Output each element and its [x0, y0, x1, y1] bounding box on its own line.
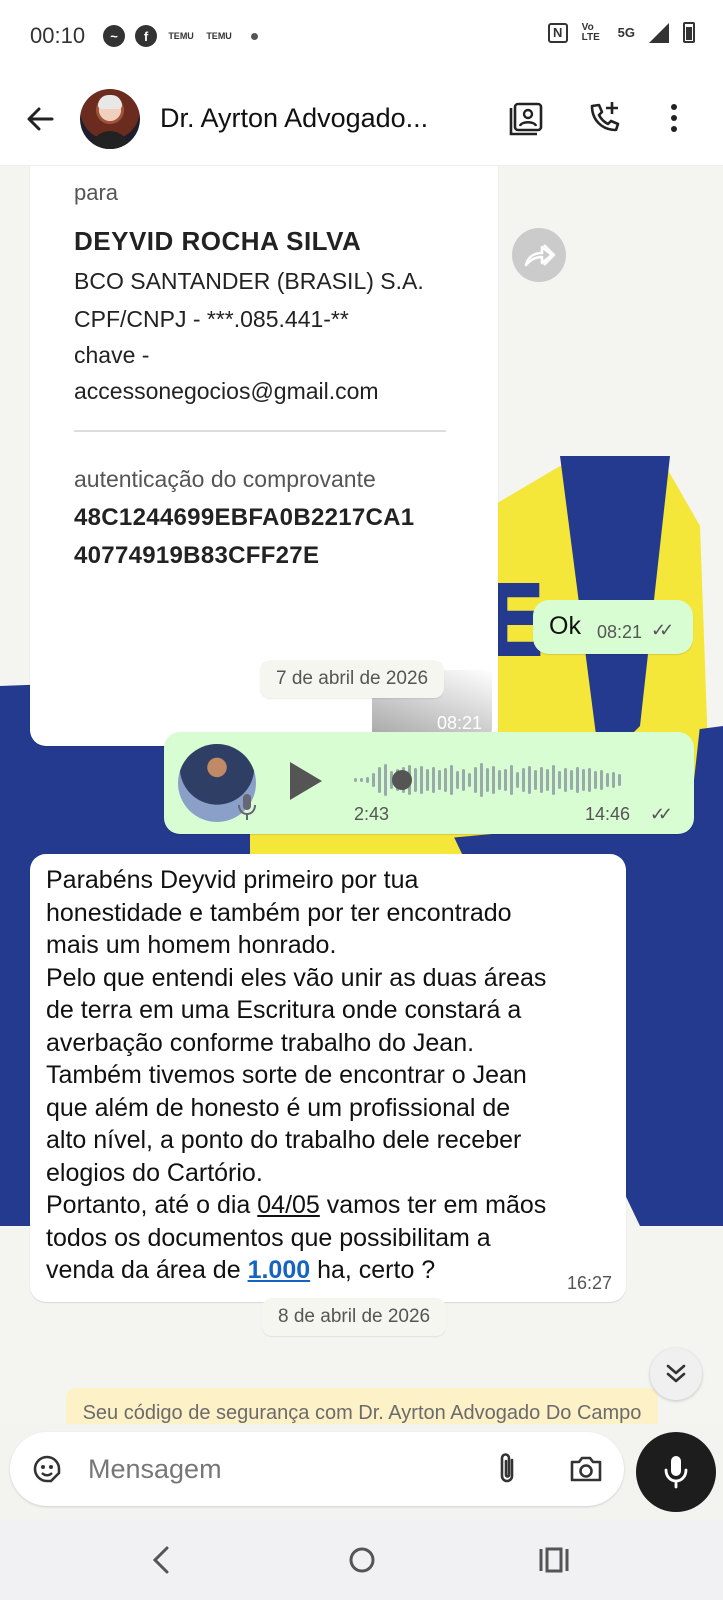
message-line: venda da área de 1.000 ha, certo ? [46, 1256, 436, 1284]
chat-header: Dr. Ayrton Advogado... [0, 72, 723, 166]
nav-recents-icon[interactable] [534, 1540, 574, 1580]
message-composer: Mensagem [0, 1424, 723, 1520]
message-line: mais um homem honrado. [46, 931, 337, 959]
message-line: Parabéns Deyvid primeiro por tua [46, 866, 419, 894]
nav-home-icon[interactable] [342, 1540, 382, 1580]
more-vertical-icon[interactable] [654, 98, 694, 138]
receipt-to-label: para [74, 180, 119, 205]
microphone-icon [238, 794, 256, 820]
receipt-auth-line2: 40774919B83CFF27E [74, 542, 320, 569]
receipt-divider [74, 430, 446, 432]
audio-waveform[interactable] [354, 760, 654, 800]
date-separator: 8 de abril de 2026 [262, 1298, 447, 1336]
forward-button[interactable] [512, 228, 566, 282]
message-line: Também tivemos sorte de encontrar o Jean [46, 1061, 527, 1089]
message-line: elogios do Cartório. [46, 1158, 263, 1187]
message-text: Ok [549, 612, 581, 640]
input-placeholder: Mensagem [88, 1454, 222, 1484]
arrow-left-icon[interactable] [24, 103, 56, 135]
receipt-bank: BCO SANTANDER (BRASIL) S.A. [74, 268, 424, 294]
facebook-icon: f [135, 25, 158, 47]
status-right-icons: N Vo LTE 5G [547, 21, 695, 43]
sticker-icon[interactable] [30, 1452, 64, 1486]
avatar[interactable] [80, 88, 140, 149]
receipt-cpf: CPF/CNPJ - ***.085.441-** [74, 306, 349, 332]
temu-icon: TEMU [206, 30, 232, 41]
message-text: Parabéns Deyvid primeiro por tua honesti… [46, 864, 616, 1287]
date-link[interactable]: 04/05 [257, 1191, 320, 1219]
receipt-key-value: accessonegocios@gmail.com [74, 378, 379, 404]
message-line: de terra em uma Escritura onde constará … [46, 996, 522, 1024]
forward-icon [524, 244, 556, 267]
message-line: honestidade e também por ter encontrado [46, 898, 512, 927]
system-navigation-bar [0, 1520, 723, 1600]
message-line: Portanto, até o dia 04/05 vamos ter em m… [46, 1191, 547, 1219]
number-link[interactable]: 1.000 [248, 1256, 311, 1284]
security-code-notice[interactable]: Seu código de segurança com Dr. Ayrton A… [66, 1388, 658, 1424]
volte-icon: Vo LTE [581, 21, 600, 43]
nav-back-icon[interactable] [142, 1540, 182, 1580]
receipt-recipient-name: DEYVID ROCHA SILVA [74, 226, 362, 256]
chat-area[interactable]: LEVE para DEYVID ROCHA SILVA BCO SANTAND… [0, 166, 723, 1424]
contact-name[interactable]: Dr. Ayrton Advogado... [160, 103, 470, 134]
message-line: alto nível, a ponto do trabalho dele rec… [46, 1126, 522, 1154]
battery-icon [683, 22, 695, 43]
scroll-to-bottom-button[interactable] [650, 1348, 702, 1400]
double-chevron-down-icon [666, 1364, 686, 1383]
temu-icon: TEMU [168, 30, 194, 41]
message-line: Pelo que entendi eles vão unir as duas á… [46, 963, 547, 992]
receipt-auth-line1: 48C1244699EBFA0B2217CA1 [74, 504, 415, 531]
message-time: 16:27 [566, 1273, 612, 1293]
camera-icon[interactable] [568, 1452, 604, 1486]
add-call-icon[interactable] [584, 98, 624, 138]
receipt-message[interactable]: para DEYVID ROCHA SILVA BCO SANTANDER (B… [30, 166, 498, 746]
message-line: que além de honesto é um profissional de [46, 1093, 511, 1122]
incoming-text-message[interactable]: Parabéns Deyvid primeiro por tua honesti… [30, 854, 626, 1302]
message-line: todos os documentos que possibilitam a [46, 1223, 491, 1252]
playback-position-handle[interactable] [392, 770, 412, 790]
status-time: 00:10 [30, 23, 86, 48]
contact-card-icon[interactable] [506, 98, 546, 138]
message-time: 08:21 [436, 713, 482, 733]
message-input[interactable]: Mensagem [10, 1432, 624, 1506]
microphone-icon [664, 1456, 688, 1489]
voice-message[interactable]: 2:43 14:46 ✓✓ [164, 732, 694, 834]
network-type: 5G [617, 25, 635, 40]
message-time: 08:21 [597, 622, 643, 642]
read-ticks-icon: ✓✓ [651, 620, 674, 640]
status-bar: 00:10 ~ f TEMU TEMU N Vo LTE 5G [0, 0, 723, 72]
message-line: averbação conforme trabalho do Jean. [46, 1028, 475, 1057]
nfc-icon: N [547, 22, 568, 43]
receipt-key-label: chave - [74, 342, 150, 368]
outgoing-message-ok[interactable]: Ok 08:21 ✓✓ [533, 600, 693, 654]
audio-duration: 2:43 [354, 804, 390, 824]
notification-icons: ~ f TEMU TEMU [103, 25, 259, 47]
play-icon[interactable] [290, 762, 322, 800]
paperclip-icon[interactable] [490, 1450, 524, 1488]
signal-icon [649, 22, 669, 43]
messenger-icon: ~ [103, 25, 126, 47]
message-time: 14:46 [584, 804, 630, 824]
receipt-auth-label: autenticação do comprovante [74, 466, 376, 492]
date-separator: 7 de abril de 2026 [260, 660, 445, 698]
read-ticks-icon: ✓✓ [649, 804, 673, 824]
voice-record-button[interactable] [636, 1432, 716, 1512]
dot-icon [251, 32, 259, 40]
